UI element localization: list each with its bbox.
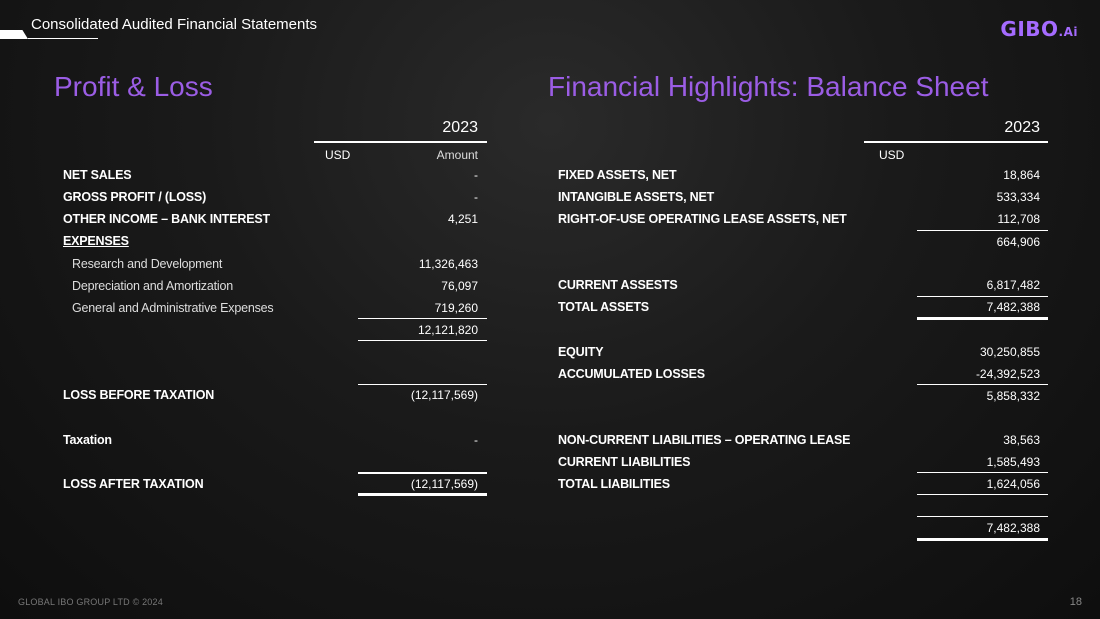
bs-row-value: 1,585,493 (986, 455, 1040, 469)
bs-usd-label: USD (879, 148, 905, 162)
pl-usd-label: USD (325, 148, 351, 162)
pl-row-label: General and Administrative Expenses (72, 301, 274, 315)
bs-row-label: CURRENT ASSESTS (558, 278, 678, 292)
pl-row-label: OTHER INCOME – BANK INTEREST (63, 212, 270, 226)
bs-row-value: 6,817,482 (986, 278, 1040, 292)
pl-year: 2023 (442, 119, 478, 136)
bs-year: 2023 (1004, 119, 1040, 136)
profit-loss-title: Profit & Loss (54, 71, 213, 102)
pl-expenses-heading: EXPENSES (63, 234, 129, 248)
pl-amount-label: Amount (436, 148, 478, 162)
bs-rule (917, 230, 1048, 231)
bs-row-value: 1,624,056 (986, 477, 1040, 491)
bs-row-label: FIXED ASSETS, NET (558, 168, 677, 182)
pl-expenses-total: 12,121,820 (417, 323, 478, 337)
bs-row-label: ACCUMULATED LOSSES (558, 367, 705, 381)
pl-row-label: LOSS BEFORE TAXATION (63, 388, 215, 402)
pl-row-value: - (474, 433, 478, 447)
bs-subtotal: 5,858,332 (986, 389, 1040, 403)
bs-row-value: 533,334 (996, 190, 1040, 204)
pl-year-rule (314, 141, 487, 143)
bs-row-value: -24,392,523 (975, 367, 1040, 381)
header-underline (28, 38, 98, 39)
bs-row-value: 38,563 (1003, 433, 1040, 447)
pl-rule (358, 318, 487, 319)
bs-row-value: 30,250,855 (979, 345, 1040, 359)
pl-rule (358, 340, 487, 341)
bs-row-label: TOTAL ASSETS (558, 300, 649, 314)
pl-row-value: 76,097 (441, 279, 478, 293)
page-number: 18 (1069, 596, 1082, 608)
bs-rule (917, 516, 1048, 517)
bs-rule (917, 472, 1048, 473)
pl-row-label: Taxation (63, 433, 112, 447)
pl-row-value: 11,326,463 (418, 257, 478, 271)
bs-rule (917, 384, 1048, 385)
pl-row-label: NET SALES (63, 168, 132, 182)
bs-row-label: TOTAL LIABILITIES (558, 477, 670, 491)
footer-copyright: GLOBAL IBO GROUP LTD © 2024 (18, 597, 163, 607)
pl-row-label: GROSS PROFIT / (LOSS) (63, 190, 207, 204)
bs-double-rule (917, 317, 1048, 320)
bs-row-label: NON-CURRENT LIABILITIES – OPERATING LEAS… (558, 433, 851, 447)
pl-row-value: - (474, 168, 478, 182)
bs-row-label: INTANGIBLE ASSETS, NET (558, 190, 715, 204)
bs-row-value: 112,708 (997, 212, 1041, 226)
pl-double-rule (358, 493, 487, 496)
bs-row-label: CURRENT LIABILITIES (558, 455, 691, 469)
brand-logo: GIBO.Ai (1000, 17, 1078, 41)
bs-subtotal: 664,906 (996, 235, 1040, 249)
pl-row-value: 4,251 (447, 212, 478, 226)
bs-row-value: 18,864 (1003, 168, 1040, 182)
pl-row-value: - (474, 190, 478, 204)
bs-row-label: EQUITY (558, 345, 604, 359)
pl-row-value: (12,117,569) (410, 477, 478, 491)
balance-sheet-title: Financial Highlights: Balance Sheet (548, 71, 989, 102)
pl-row-value: (12,117,569) (410, 388, 478, 402)
deck-title: Consolidated Audited Financial Statement… (31, 16, 318, 33)
bs-rule (917, 296, 1048, 297)
bs-rule (917, 494, 1048, 495)
header-accent-bar (0, 30, 28, 39)
pl-row-label: Depreciation and Amortization (72, 279, 233, 293)
pl-rule (358, 472, 487, 474)
bs-double-rule (917, 538, 1048, 541)
pl-row-label: Research and Development (72, 257, 223, 271)
bs-row-value: 7,482,388 (986, 300, 1040, 314)
bs-row-label: RIGHT-OF-USE OPERATING LEASE ASSETS, NET (558, 212, 847, 226)
bs-year-rule (864, 141, 1048, 143)
bs-grand-total: 7,482,388 (986, 521, 1040, 535)
pl-rule (358, 384, 487, 385)
pl-row-value: 719,260 (434, 301, 478, 315)
pl-row-label: LOSS AFTER TAXATION (63, 477, 204, 491)
